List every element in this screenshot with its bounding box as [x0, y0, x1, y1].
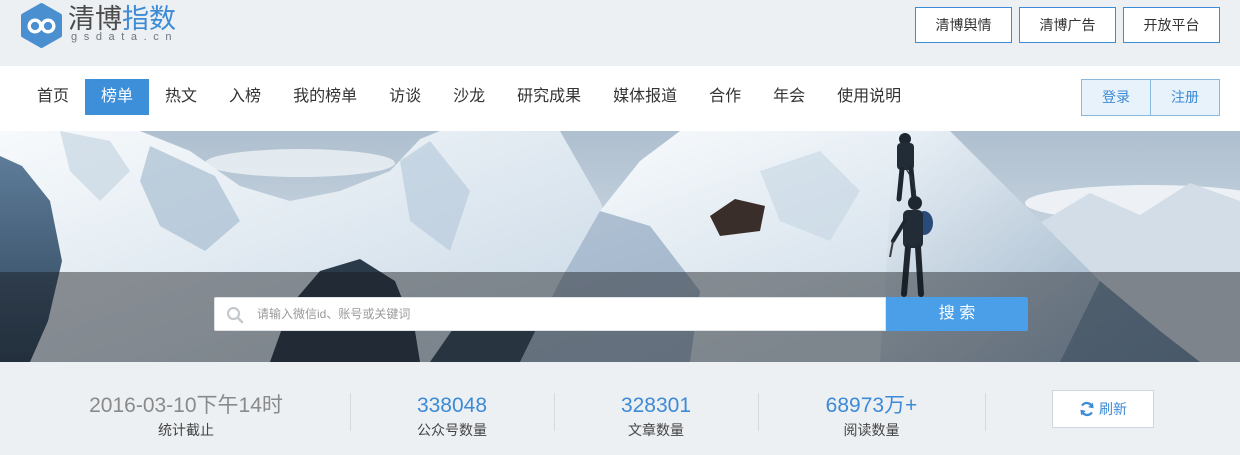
nav-item-help[interactable]: 使用说明	[821, 79, 917, 115]
search-box	[214, 297, 886, 331]
refresh-label: 刷新	[1099, 401, 1127, 417]
logo-domain: gsdata.cn	[71, 31, 179, 43]
stat-label: 阅读数量	[843, 422, 900, 438]
cloud	[205, 149, 395, 177]
nav-item-salon[interactable]: 沙龙	[437, 79, 501, 115]
stat-articles: 328301 文章数量	[554, 393, 758, 441]
nav-item-media[interactable]: 媒体报道	[597, 79, 693, 115]
stat-label: 文章数量	[628, 422, 684, 438]
search-button[interactable]: 搜 索	[886, 297, 1028, 331]
stat-value: 2016-03-10下午14时	[89, 394, 283, 417]
main-nav: 首页 榜单 热文 入榜 我的榜单 访谈 沙龙 研究成果 媒体报道 合作 年会 使…	[0, 66, 1240, 131]
nav-item-annual-meeting[interactable]: 年会	[757, 79, 821, 115]
nav-item-rankings[interactable]: 榜单	[85, 79, 150, 115]
nav-list: 首页 榜单 热文 入榜 我的榜单 访谈 沙龙 研究成果 媒体报道 合作 年会 使…	[21, 79, 917, 115]
stat-reads: 68973万+ 阅读数量	[758, 393, 985, 441]
top-link-open-platform[interactable]: 开放平台	[1123, 7, 1220, 43]
nav-item-cooperation[interactable]: 合作	[693, 79, 757, 115]
stats-bar: 2016-03-10下午14时 统计截止 338048 公众号数量 328301…	[0, 362, 1240, 455]
stat-label: 统计截止	[158, 422, 214, 438]
top-link-ads[interactable]: 清博广告	[1019, 7, 1116, 43]
hero-banner: 搜 索	[0, 131, 1240, 362]
nav-item-interviews[interactable]: 访谈	[373, 79, 437, 115]
register-button[interactable]: 注册	[1150, 79, 1220, 116]
refresh-icon	[1079, 401, 1095, 417]
logo-link[interactable]: 清博指数 gsdata.cn	[0, 0, 190, 60]
refresh-button[interactable]: 刷新	[1052, 390, 1154, 428]
divider	[985, 393, 986, 431]
nav-item-research[interactable]: 研究成果	[501, 79, 597, 115]
search-icon	[226, 306, 244, 324]
hexagon-infinity-icon	[20, 2, 63, 49]
nav-item-hot-articles[interactable]: 热文	[149, 79, 213, 115]
stat-value: 68973万+	[825, 394, 918, 417]
top-bar: 清博指数 gsdata.cn 清博舆情 清博广告 开放平台	[0, 0, 1240, 66]
logo-title: 清博指数	[68, 4, 176, 34]
logo-title-part1: 清博	[68, 4, 122, 34]
login-button[interactable]: 登录	[1081, 79, 1151, 116]
stat-label: 公众号数量	[417, 422, 487, 438]
logo-title-part2: 指数	[122, 4, 176, 34]
nav-item-my-rankings[interactable]: 我的榜单	[277, 79, 373, 115]
top-link-yuqing[interactable]: 清博舆情	[915, 7, 1012, 43]
nav-item-home[interactable]: 首页	[21, 79, 85, 115]
stat-value: 338048	[416, 394, 488, 417]
stat-updated-at: 2016-03-10下午14时 统计截止	[22, 393, 350, 441]
stat-accounts: 338048 公众号数量	[350, 393, 554, 441]
nav-item-join-ranking[interactable]: 入榜	[213, 79, 277, 115]
search-input[interactable]	[257, 298, 877, 330]
stat-value: 328301	[620, 394, 692, 417]
